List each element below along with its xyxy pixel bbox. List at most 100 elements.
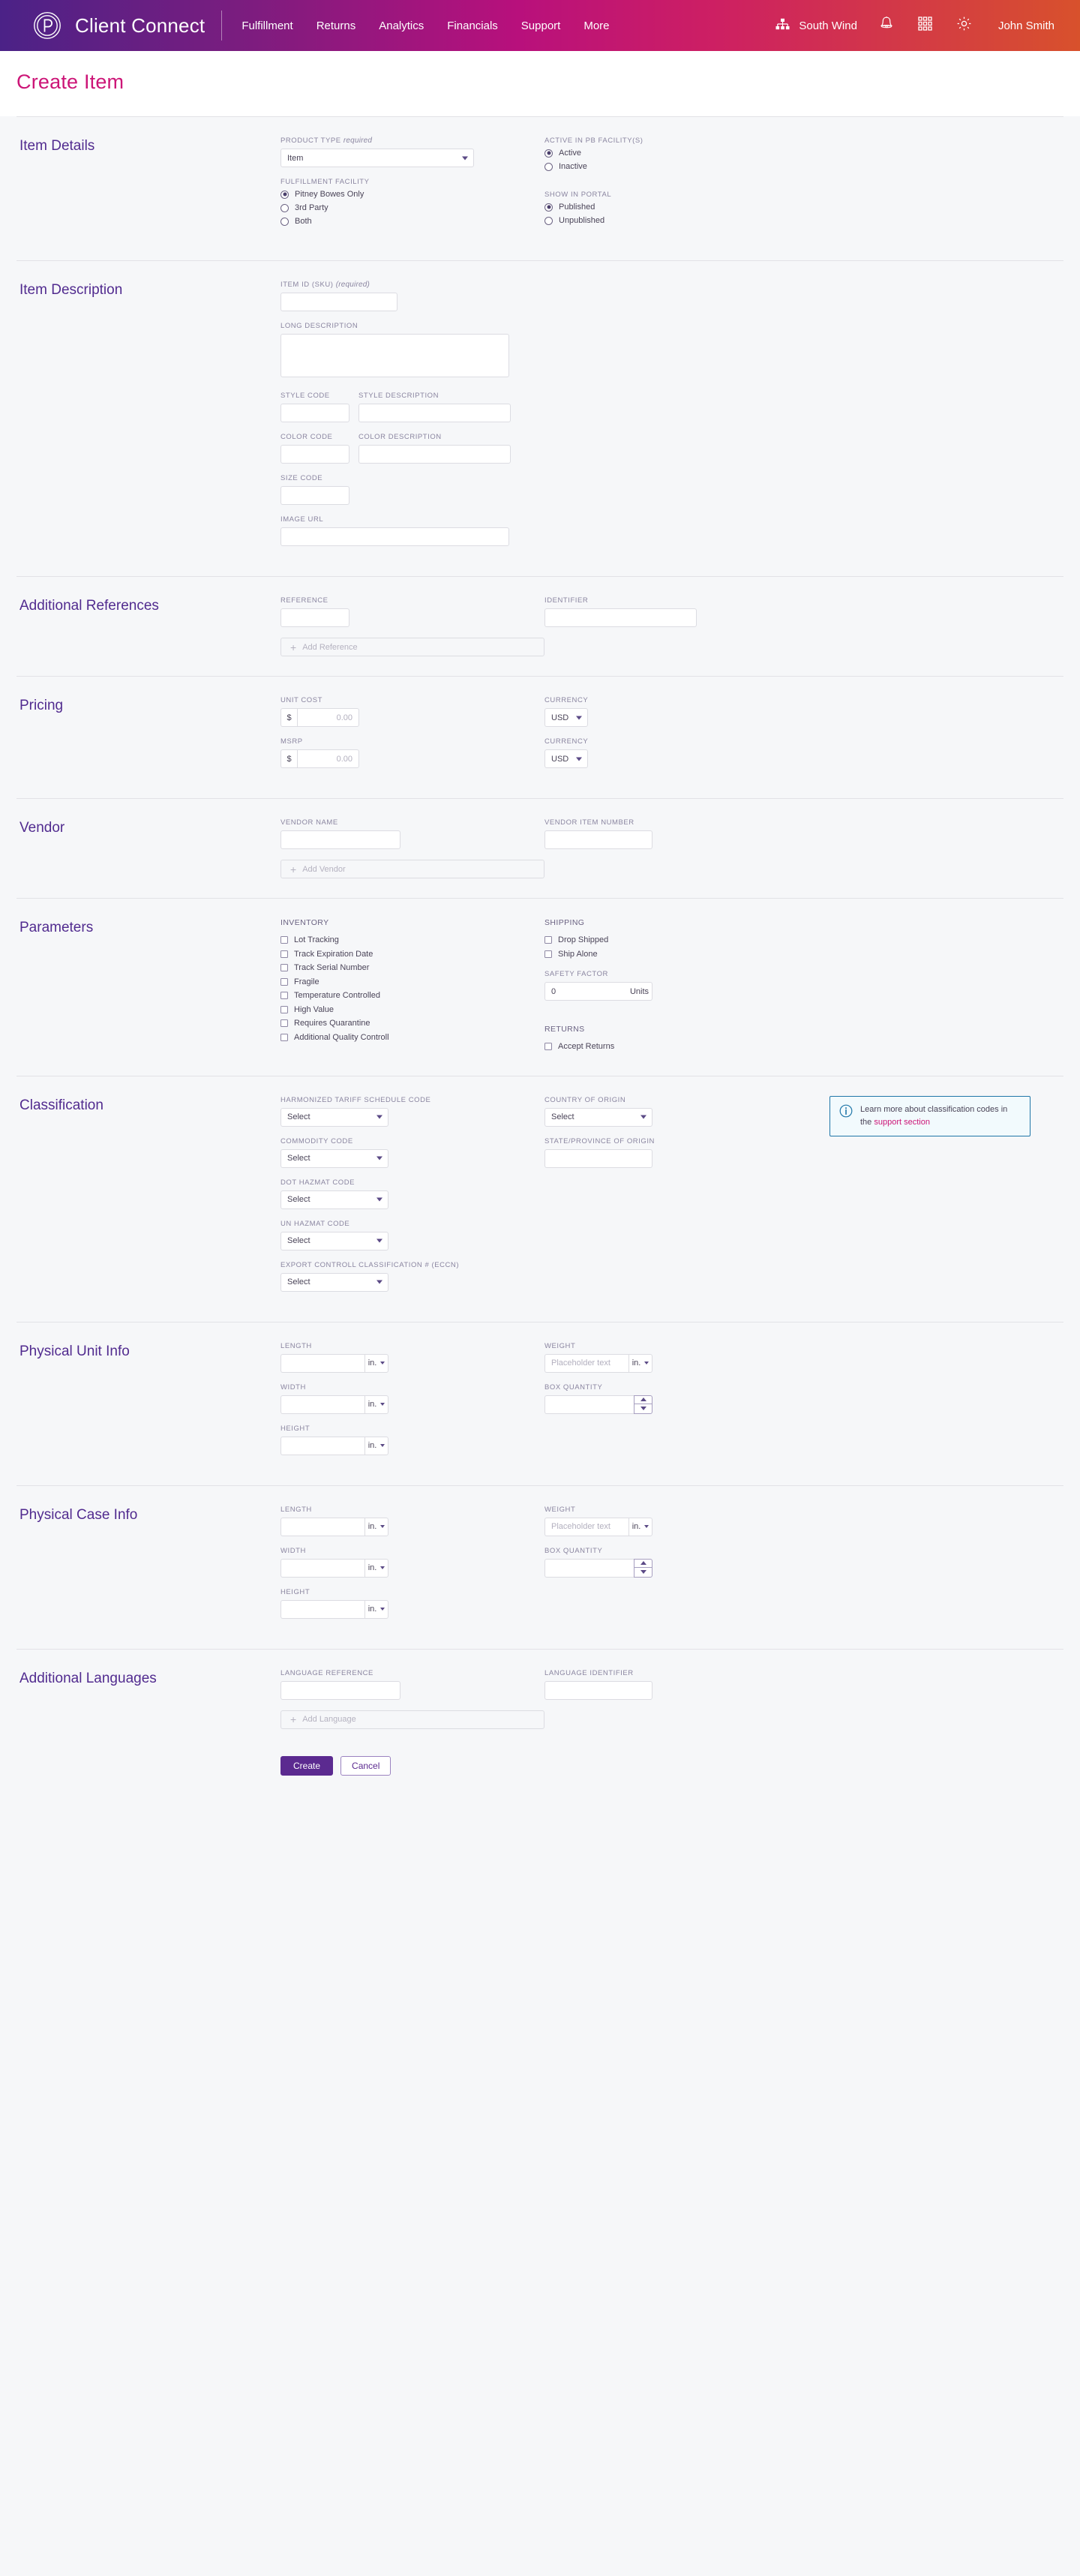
language-identifier-input[interactable] — [544, 1680, 652, 1700]
commodity-code-select[interactable] — [280, 1148, 388, 1168]
radio-fulfillment-3rd-party[interactable]: 3rd Party — [280, 203, 544, 212]
radio-icon[interactable] — [544, 162, 553, 171]
case-length-unit-select[interactable]: in. — [364, 1517, 388, 1536]
radio-published[interactable]: Published — [544, 203, 808, 212]
checkbox-track-serial-number[interactable]: Track Serial Number — [280, 963, 544, 972]
unit-height-unit-select[interactable]: in. — [364, 1436, 388, 1455]
case-width-input[interactable] — [280, 1558, 364, 1578]
case-height-input[interactable] — [280, 1599, 364, 1619]
checkbox-accept-returns[interactable]: Accept Returns — [544, 1042, 652, 1051]
case-width-unit-select[interactable]: in. — [364, 1558, 388, 1578]
color-description-input[interactable] — [358, 445, 511, 464]
checkbox-icon[interactable] — [544, 950, 552, 958]
unit-length-input[interactable] — [280, 1353, 364, 1373]
unit-weight-unit-select[interactable]: in. — [628, 1353, 652, 1373]
radio-active[interactable]: Active — [544, 149, 808, 158]
unit-box-quantity-input[interactable] — [544, 1395, 634, 1414]
language-reference-input[interactable] — [280, 1680, 400, 1700]
nav-item-returns[interactable]: Returns — [316, 20, 356, 32]
checkbox-fragile[interactable]: Fragile — [280, 977, 544, 986]
radio-inactive[interactable]: Inactive — [544, 162, 808, 171]
radio-icon[interactable] — [280, 203, 289, 212]
hts-code-select[interactable] — [280, 1107, 388, 1127]
checkbox-icon[interactable] — [280, 1005, 288, 1013]
unit-box-quantity-stepper[interactable] — [634, 1395, 652, 1414]
add-vendor-button[interactable]: + Add Vendor — [280, 860, 544, 878]
unit-width-input[interactable] — [280, 1395, 364, 1414]
checkbox-track-expiration-date[interactable]: Track Expiration Date — [280, 950, 544, 959]
checkbox-icon[interactable] — [280, 1019, 288, 1027]
identifier-input[interactable] — [544, 608, 697, 627]
product-type-select[interactable] — [280, 149, 474, 167]
checkbox-requires-quarantine[interactable]: Requires Quarantine — [280, 1019, 544, 1028]
org-switcher[interactable]: South Wind — [776, 18, 857, 34]
vendor-item-number-input[interactable] — [544, 830, 652, 849]
stepper-down-button[interactable] — [634, 1568, 652, 1577]
state-of-origin-input[interactable] — [544, 1148, 652, 1168]
support-section-link[interactable]: support section — [874, 1118, 930, 1127]
create-button[interactable]: Create — [280, 1755, 334, 1776]
unit-cost-currency-select[interactable] — [544, 708, 588, 727]
add-language-button[interactable]: + Add Language — [280, 1710, 544, 1729]
checkbox-icon[interactable] — [280, 1033, 288, 1041]
nav-item-fulfillment[interactable]: Fulfillment — [242, 20, 292, 32]
dot-hazmat-code-select[interactable] — [280, 1190, 388, 1209]
image-url-input[interactable] — [280, 527, 509, 546]
add-reference-button[interactable]: + Add Reference — [280, 638, 544, 656]
unit-height-input[interactable] — [280, 1436, 364, 1455]
radio-icon[interactable] — [544, 203, 553, 212]
case-weight-unit-select[interactable]: in. — [628, 1517, 652, 1536]
long-description-textarea[interactable] — [280, 334, 509, 377]
unit-length-unit-select[interactable]: in. — [364, 1353, 388, 1373]
style-code-input[interactable] — [280, 404, 350, 422]
nav-item-financials[interactable]: Financials — [447, 20, 498, 32]
radio-fulfillment-pitney-bowes-only[interactable]: Pitney Bowes Only — [280, 190, 544, 199]
notifications-button[interactable] — [877, 16, 896, 35]
msrp-currency-select[interactable] — [544, 749, 588, 768]
safety-factor-input[interactable] — [544, 982, 627, 1001]
radio-fulfillment-both[interactable]: Both — [280, 217, 544, 226]
checkbox-icon[interactable] — [544, 936, 552, 944]
msrp-input[interactable] — [297, 749, 359, 768]
checkbox-drop-shipped[interactable]: Drop Shipped — [544, 935, 652, 944]
checkbox-lot-tracking[interactable]: Lot Tracking — [280, 935, 544, 944]
checkbox-ship-alone[interactable]: Ship Alone — [544, 950, 652, 959]
country-of-origin-select[interactable] — [544, 1107, 652, 1127]
un-hazmat-code-select[interactable] — [280, 1231, 388, 1250]
user-menu[interactable]: John Smith — [998, 20, 1054, 32]
checkbox-icon[interactable] — [280, 936, 288, 944]
nav-item-more[interactable]: More — [584, 20, 609, 32]
unit-weight-input[interactable] — [544, 1353, 628, 1373]
color-code-input[interactable] — [280, 445, 350, 464]
checkbox-icon[interactable] — [280, 950, 288, 958]
item-id-input[interactable] — [280, 293, 398, 311]
checkbox-icon[interactable] — [544, 1043, 552, 1050]
nav-item-support[interactable]: Support — [521, 20, 561, 32]
stepper-down-button[interactable] — [634, 1404, 652, 1413]
apps-button[interactable] — [916, 16, 935, 35]
radio-icon[interactable] — [280, 190, 289, 199]
checkbox-temperature-controlled[interactable]: Temperature Controlled — [280, 991, 544, 1000]
case-weight-input[interactable] — [544, 1517, 628, 1536]
cancel-button[interactable]: Cancel — [340, 1755, 392, 1776]
case-length-input[interactable] — [280, 1517, 364, 1536]
stepper-up-button[interactable] — [634, 1396, 652, 1404]
unit-cost-input[interactable] — [297, 708, 359, 727]
case-height-unit-select[interactable]: in. — [364, 1599, 388, 1619]
radio-unpublished[interactable]: Unpublished — [544, 216, 808, 225]
checkbox-icon[interactable] — [280, 964, 288, 971]
radio-icon[interactable] — [544, 149, 553, 158]
checkbox-additional-quality-control[interactable]: Additional Quality Controll — [280, 1033, 544, 1042]
brand[interactable]: Client Connect — [33, 11, 205, 40]
eccn-select[interactable] — [280, 1272, 388, 1292]
checkbox-high-value[interactable]: High Value — [280, 1005, 544, 1014]
stepper-up-button[interactable] — [634, 1560, 652, 1568]
unit-width-unit-select[interactable]: in. — [364, 1395, 388, 1414]
reference-input[interactable] — [280, 608, 350, 627]
settings-button[interactable] — [955, 16, 974, 35]
style-description-input[interactable] — [358, 404, 511, 422]
size-code-input[interactable] — [280, 486, 350, 505]
case-box-quantity-input[interactable] — [544, 1558, 634, 1578]
radio-icon[interactable] — [544, 216, 553, 225]
checkbox-icon[interactable] — [280, 992, 288, 999]
